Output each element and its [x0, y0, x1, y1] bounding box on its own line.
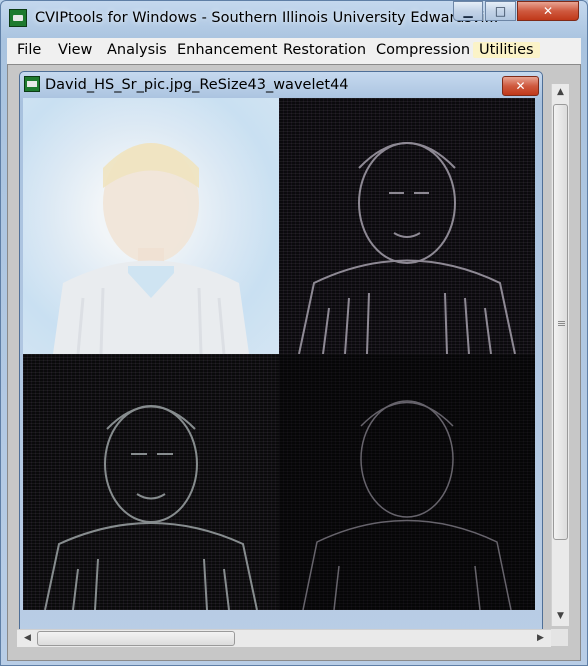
menu-analysis[interactable]: Analysis — [107, 42, 167, 58]
menu-compression[interactable]: Compression — [376, 42, 470, 58]
scroll-up-arrow-icon[interactable]: ▲ — [552, 87, 569, 97]
vertical-scroll-thumb[interactable] — [553, 104, 568, 540]
horizontal-scroll-thumb[interactable] — [37, 631, 235, 646]
minimize-icon: ▁ — [463, 4, 473, 18]
portrait-lowpass — [53, 143, 249, 354]
close-button[interactable]: ✕ — [517, 1, 579, 21]
menu-bar: File View Analysis Enhancement Restorati… — [7, 38, 581, 64]
diagonal-detail-subband — [279, 354, 535, 610]
cviptools-app-icon[interactable] — [9, 9, 27, 27]
image-close-button[interactable]: ✕ — [502, 76, 539, 96]
approximation-subband — [23, 98, 279, 354]
menu-enhancement[interactable]: Enhancement — [177, 42, 277, 58]
vertical-detail-subband — [23, 354, 279, 610]
vertical-edges — [44, 405, 258, 610]
scrollbar-corner — [551, 629, 568, 646]
menu-file[interactable]: File — [17, 42, 41, 58]
maximize-button[interactable]: □ — [485, 1, 516, 21]
wavelet-image[interactable] — [23, 98, 535, 610]
window-title: CVIPtools for Windows - Southern Illinoi… — [35, 10, 499, 26]
menu-utilities[interactable]: Utilities — [473, 42, 540, 58]
diagonal-edges — [302, 400, 512, 610]
horizontal-scrollbar[interactable]: ◀ ▶ — [17, 629, 551, 647]
grip-icon — [558, 320, 565, 326]
maximize-icon: □ — [494, 4, 507, 18]
main-window: CVIPtools for Windows - Southern Illinoi… — [0, 0, 588, 666]
horizontal-edges — [298, 142, 516, 354]
mdi-client-area: David_HS_Sr_pic.jpg_ReSize43_wavelet44 ✕ — [7, 64, 581, 661]
menu-view[interactable]: View — [58, 42, 92, 58]
image-window[interactable]: David_HS_Sr_pic.jpg_ReSize43_wavelet44 ✕ — [19, 71, 543, 639]
menu-restoration[interactable]: Restoration — [283, 42, 366, 58]
scroll-left-arrow-icon[interactable]: ◀ — [19, 633, 36, 643]
cviptools-image-icon[interactable] — [24, 76, 40, 92]
title-bar[interactable]: CVIPtools for Windows - Southern Illinoi… — [1, 1, 587, 37]
image-window-title: David_HS_Sr_pic.jpg_ReSize43_wavelet44 — [45, 77, 349, 93]
close-icon: ✕ — [515, 79, 526, 93]
minimize-button[interactable]: ▁ — [453, 1, 483, 21]
close-icon: ✕ — [542, 4, 554, 18]
scroll-down-arrow-icon[interactable]: ▼ — [552, 611, 569, 621]
vertical-scrollbar[interactable]: ▲ ▼ — [551, 84, 569, 626]
scroll-right-arrow-icon[interactable]: ▶ — [532, 633, 549, 643]
horizontal-detail-subband — [279, 98, 535, 354]
